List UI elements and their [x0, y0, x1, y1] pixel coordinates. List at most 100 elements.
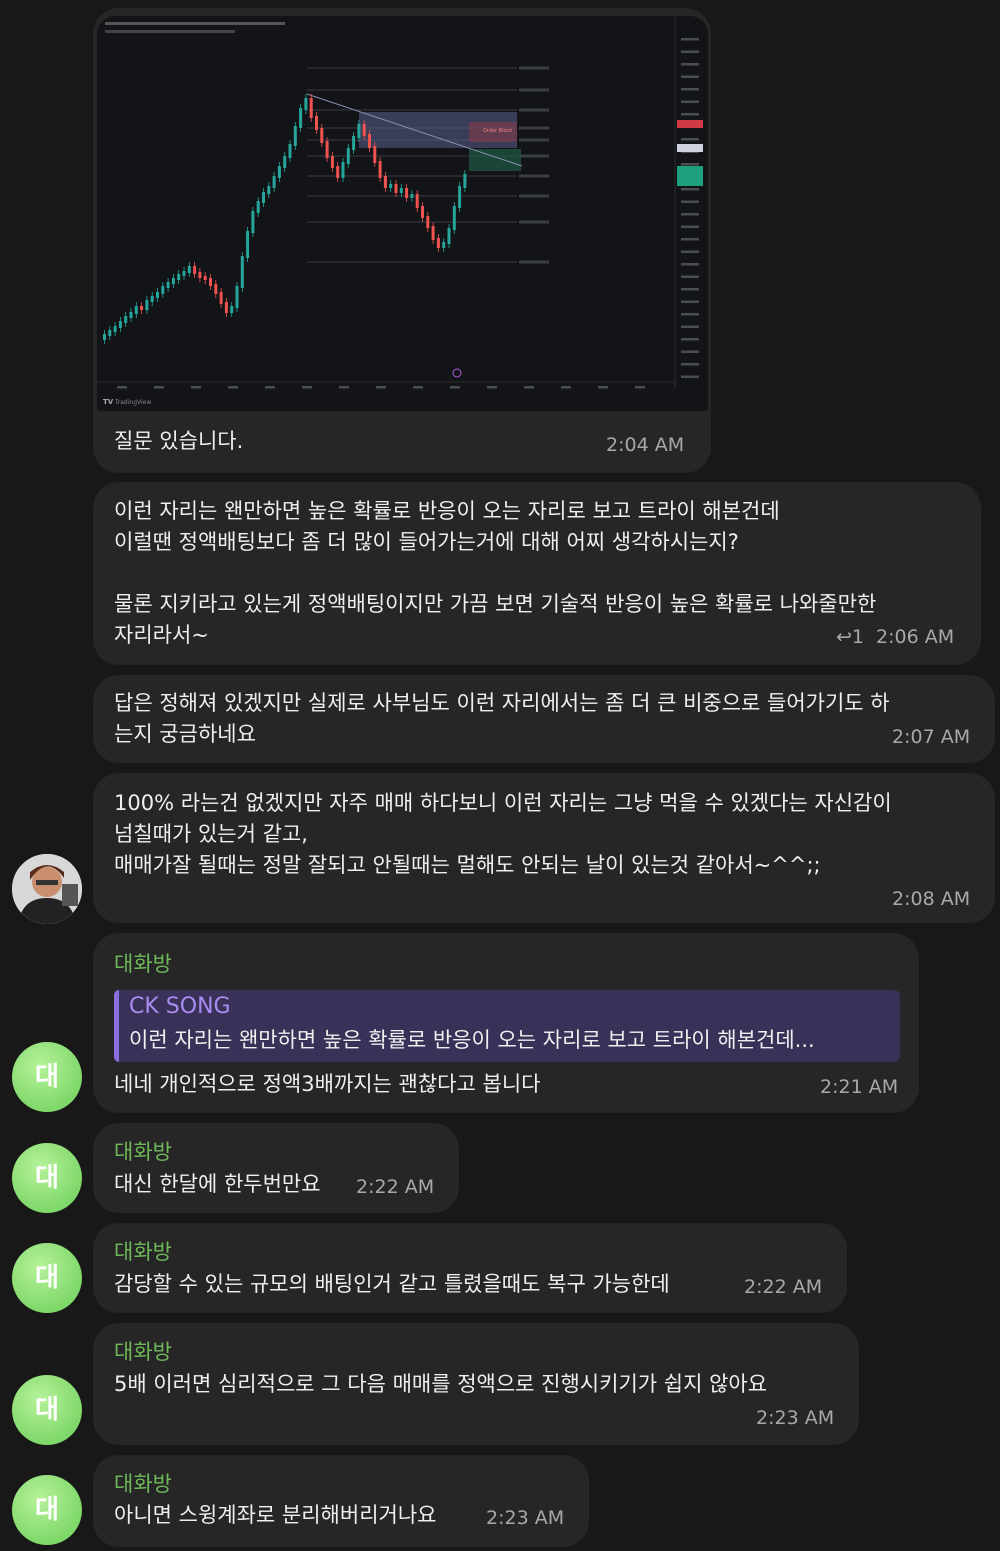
- price-tick-label: [681, 325, 699, 328]
- avatar[interactable]: 대: [12, 1042, 82, 1112]
- price-tag-red: [677, 120, 703, 128]
- time-tick-label: [413, 386, 423, 389]
- price-tick-label: [681, 350, 699, 353]
- message-text: 5배 이러면 심리적으로 그 다음 매매를 정액으로 진행시키기가 쉽지 않아요: [114, 1372, 768, 1396]
- fib-level-label: [519, 66, 549, 70]
- price-tick-label: [681, 300, 699, 303]
- message-text: 질문 있습니다.: [114, 429, 244, 453]
- time-tick-label: [302, 386, 312, 389]
- message-line: 물론 지키라고 있는게 정액배팅이지만 가끔 보면 기술적 반응이 높은 확률로…: [114, 592, 877, 616]
- candle: [304, 98, 308, 110]
- price-tick-label: [681, 63, 699, 66]
- chart-symbol-text: [105, 30, 235, 33]
- candle: [129, 312, 133, 318]
- price-tick-label: [681, 163, 699, 166]
- chart-image[interactable]: Order Block TV TradingView: [97, 16, 708, 411]
- time-tick-label: [117, 386, 127, 389]
- candle: [293, 126, 297, 146]
- order-block-label: Order Block: [483, 128, 512, 134]
- avatar[interactable]: 대: [12, 1375, 82, 1445]
- time-tick-label: [487, 386, 497, 389]
- price-tick-label: [681, 363, 699, 366]
- price-tick-label: [681, 200, 699, 203]
- sender-name[interactable]: 대화방: [114, 1136, 172, 1166]
- chart-marker: [452, 368, 462, 378]
- candle: [235, 286, 239, 308]
- candle: [108, 330, 112, 336]
- time-tick-label: [524, 386, 534, 389]
- candle: [182, 271, 186, 276]
- candle: [246, 231, 250, 258]
- fib-level-label: [519, 194, 549, 198]
- candlestick-chart: Order Block TV TradingView: [97, 16, 703, 406]
- candle: [198, 272, 202, 278]
- message-line: 는지 궁금하네요: [114, 722, 256, 746]
- fib-level-label: [519, 260, 549, 264]
- candle: [103, 334, 106, 340]
- price-tick-label: [681, 275, 699, 278]
- candle: [463, 174, 467, 188]
- price-tick-label: [681, 250, 699, 253]
- time-tick-label: [191, 386, 201, 389]
- candle: [362, 124, 366, 136]
- sender-name[interactable]: 대화방: [114, 1336, 172, 1366]
- avatar[interactable]: 대: [12, 1243, 82, 1313]
- candle: [209, 278, 212, 286]
- price-tick-label: [681, 38, 699, 41]
- candle: [262, 192, 265, 203]
- price-tick-label: [681, 238, 699, 241]
- candle: [193, 266, 197, 274]
- time-tick-label: [598, 386, 608, 389]
- candle: [283, 156, 287, 168]
- candle: [436, 238, 440, 248]
- sender-name[interactable]: 대화방: [114, 948, 172, 978]
- candle: [341, 162, 345, 178]
- candle: [256, 201, 260, 213]
- price-tick-label: [681, 100, 699, 103]
- fib-level-label: [519, 88, 549, 92]
- candle: [145, 300, 149, 310]
- reply-count[interactable]: ↩1: [836, 626, 864, 648]
- time-tick-label: [635, 386, 645, 389]
- candle: [336, 166, 340, 178]
- tradingview-brand: TradingView: [114, 399, 151, 406]
- sender-name[interactable]: 대화방: [114, 1468, 172, 1498]
- time-tick-label: [561, 386, 571, 389]
- price-tick-label: [681, 263, 699, 266]
- message-line: 100% 라는건 없겠지만 자주 매매 하다보니 이런 자리는 그냥 먹을 수 …: [114, 791, 892, 815]
- message-time: 2:04 AM: [606, 434, 685, 456]
- price-tick-label: [681, 288, 699, 291]
- price-tick-label: [681, 375, 699, 378]
- tradingview-logo: TV: [103, 398, 114, 406]
- message-line: 자리라서~: [114, 623, 209, 647]
- candle: [277, 166, 281, 178]
- candle: [272, 176, 276, 188]
- candle: [452, 206, 456, 230]
- message-text: 대신 한달에 한두번만요: [114, 1172, 321, 1196]
- candle: [309, 98, 313, 118]
- avatar[interactable]: 대: [12, 1143, 82, 1213]
- candle: [124, 316, 128, 323]
- candle: [288, 144, 292, 158]
- candle: [447, 228, 451, 244]
- avatar[interactable]: [12, 854, 82, 924]
- message-time: 2:21 AM: [820, 1076, 899, 1098]
- time-tick-label: [339, 386, 349, 389]
- candle: [113, 326, 117, 332]
- candle: [150, 296, 154, 302]
- message-text: 네네 개인적으로 정액3배까지는 괜찮다고 봅니다: [114, 1072, 541, 1096]
- fib-level-label: [519, 174, 549, 178]
- sender-name[interactable]: 대화방: [114, 1236, 172, 1266]
- price-tag-white: [677, 144, 703, 152]
- candle: [325, 141, 329, 158]
- candle: [177, 274, 181, 280]
- candle: [187, 266, 191, 273]
- candle: [330, 156, 334, 168]
- avatar[interactable]: 대: [12, 1475, 82, 1545]
- price-tick-label: [681, 50, 699, 53]
- candle: [299, 108, 303, 128]
- candle: [405, 188, 409, 198]
- reply-count-value: 1: [851, 626, 865, 648]
- candle: [357, 124, 361, 138]
- candle: [315, 116, 318, 130]
